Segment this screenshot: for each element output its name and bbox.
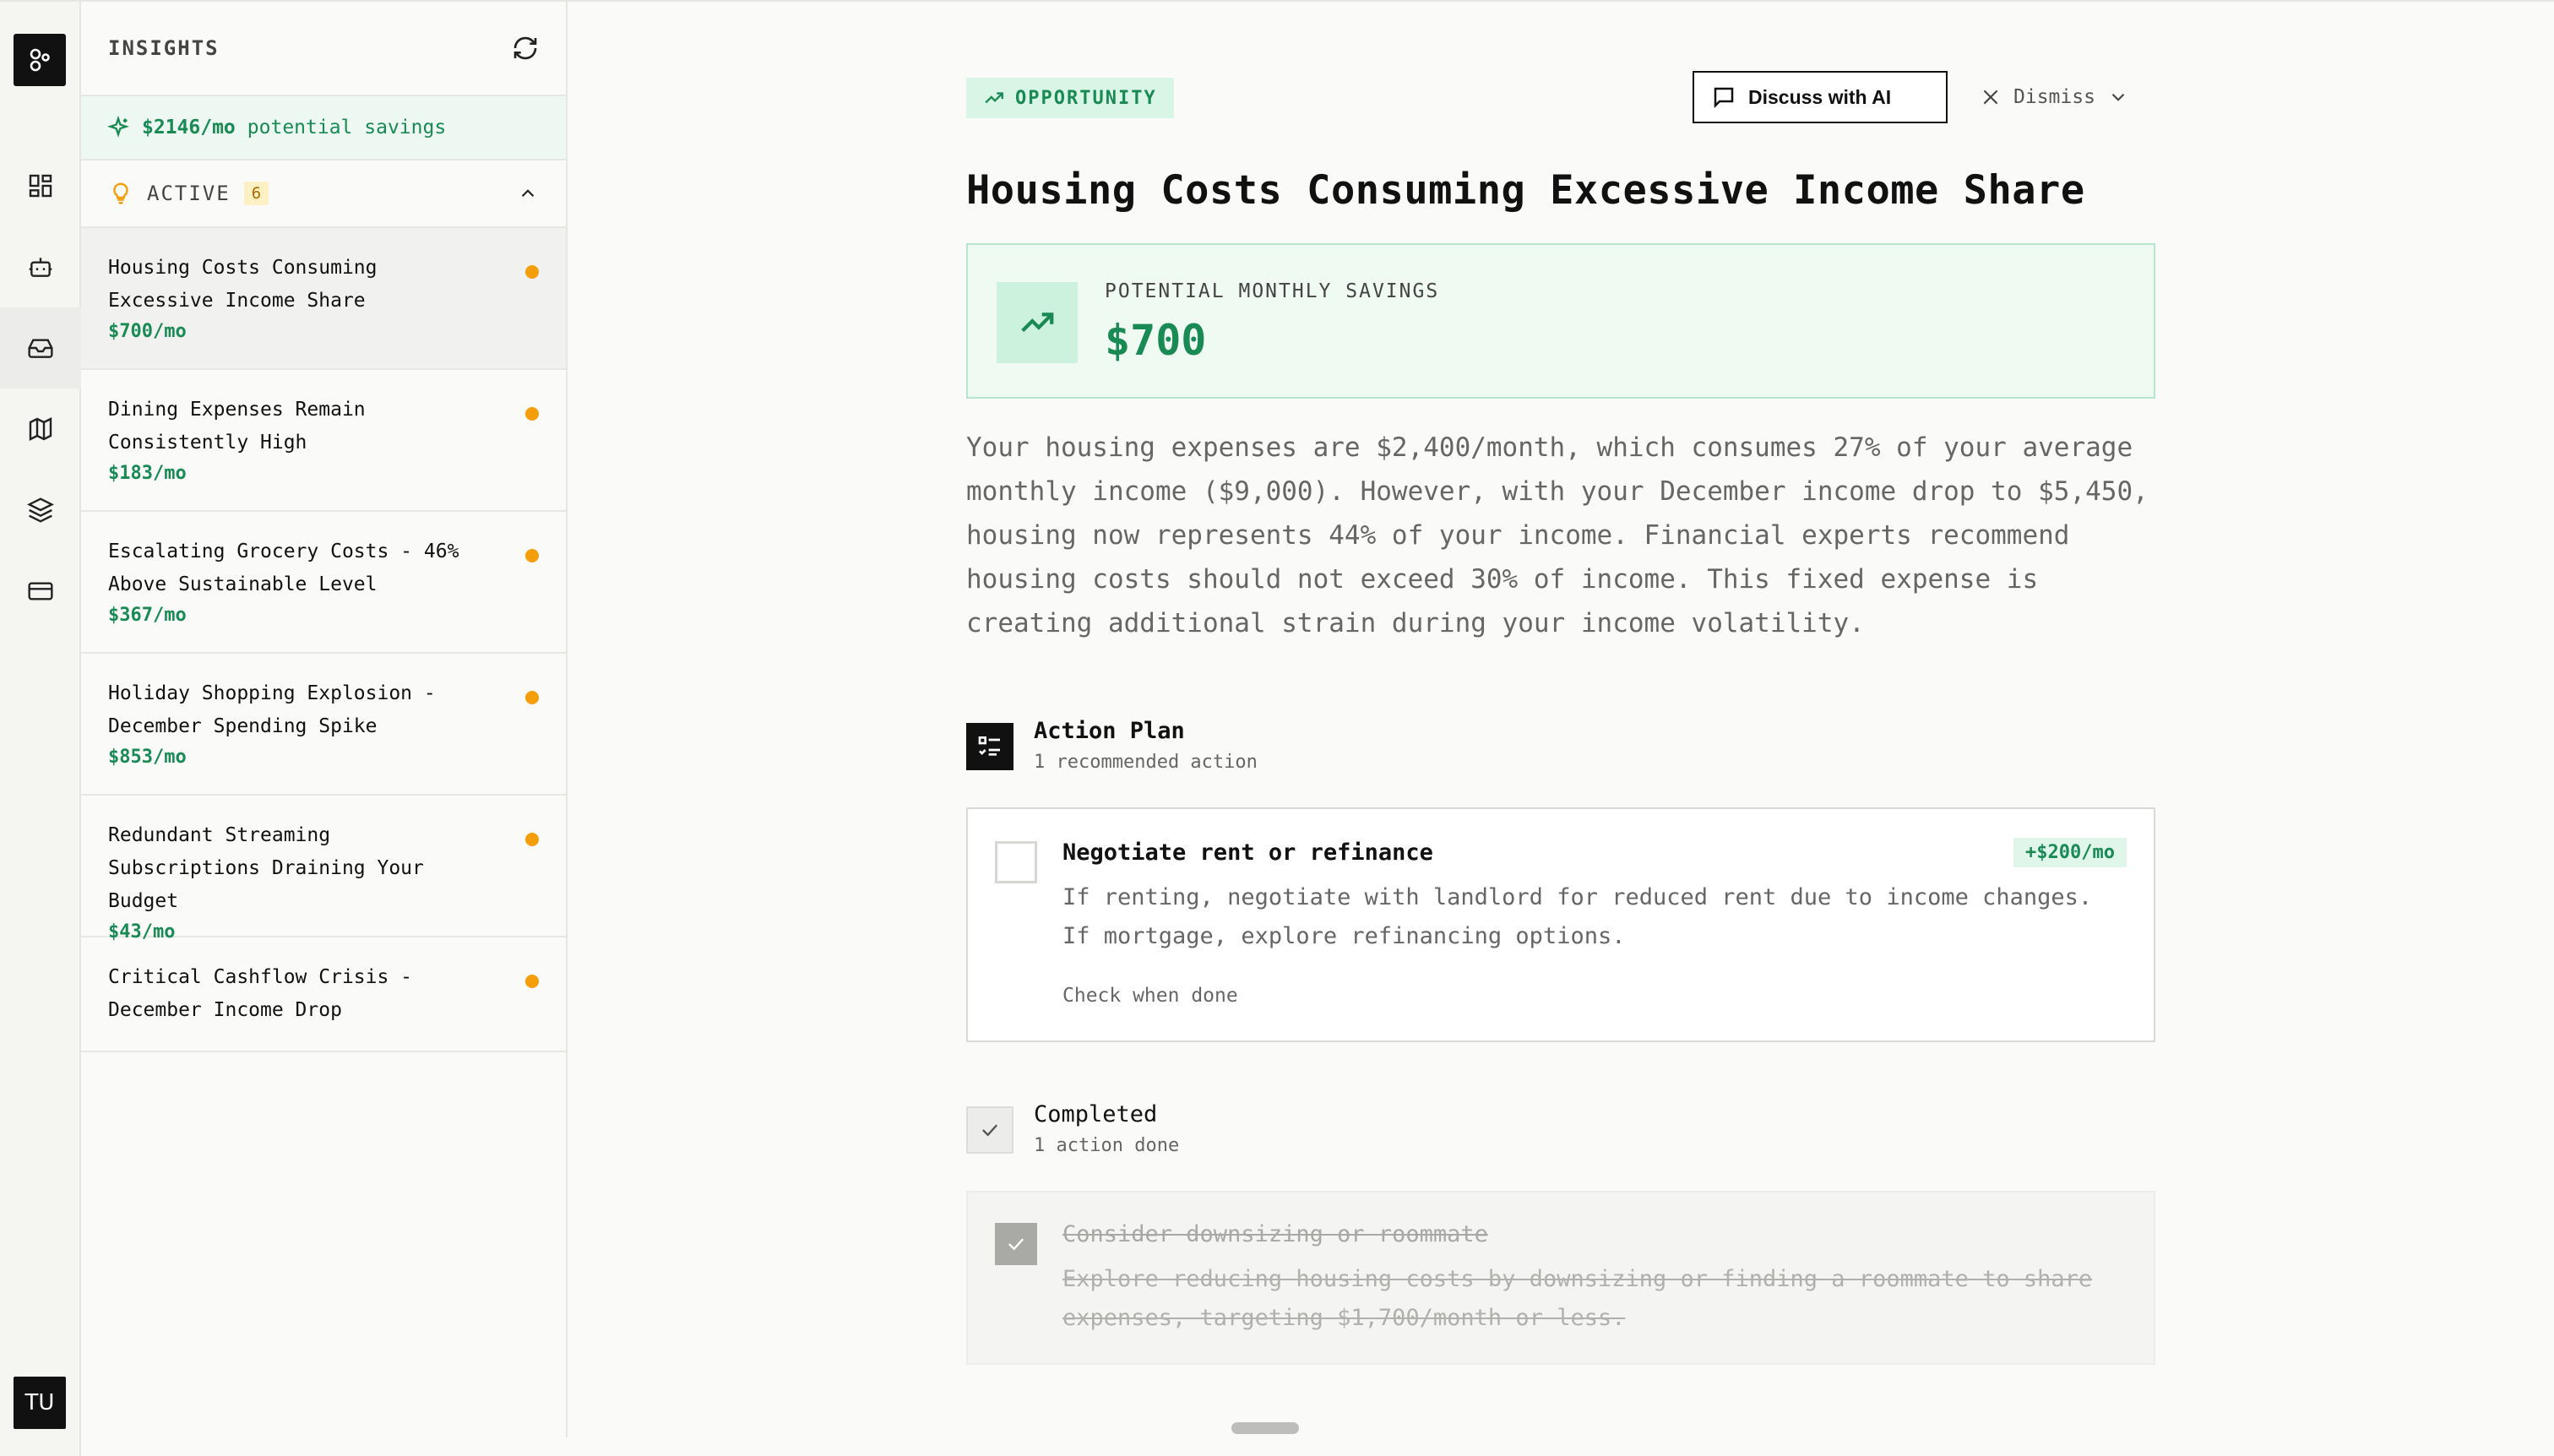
- trending-up-icon: [985, 92, 1003, 104]
- lightbulb-icon: [113, 182, 128, 204]
- nav-inbox[interactable]: [0, 307, 81, 388]
- app-logo[interactable]: [14, 34, 66, 86]
- insight-title: Escalating Grocery Costs - 46% Above Sus…: [108, 541, 459, 595]
- completed-action-description: Explore reducing housing costs by downsi…: [1062, 1266, 2093, 1331]
- scroll-handle[interactable]: [1231, 1422, 1299, 1434]
- nav-map[interactable]: [0, 388, 81, 470]
- check-icon: [982, 1124, 998, 1137]
- insights-panel: INSIGHTS $2146/mo potential savings ACTI…: [81, 2, 568, 1437]
- action-card: Negotiate rent or refinance +$200/mo If …: [966, 807, 2155, 1042]
- completed-subtitle: 1 action done: [1034, 1135, 1180, 1156]
- action-plan-subtitle: 1 recommended action: [1034, 752, 1258, 773]
- savings-amount: $2146/mo: [142, 117, 236, 139]
- insight-item[interactable]: Holiday Shopping Explosion - December Sp…: [81, 654, 566, 796]
- page-title: Housing Costs Consuming Excessive Income…: [966, 167, 2085, 214]
- insight-item[interactable]: Escalating Grocery Costs - 46% Above Sus…: [81, 512, 566, 654]
- nav-dashboard[interactable]: [0, 145, 81, 226]
- discuss-label: Discuss with AI: [1748, 85, 1892, 108]
- savings-icon-tile: [997, 282, 1078, 363]
- insight-title: Holiday Shopping Explosion - December Sp…: [108, 682, 436, 737]
- completed-action-title: Consider downsizing or roommate: [1062, 1221, 1488, 1247]
- dismiss-label: Dismiss: [2013, 86, 2095, 108]
- savings-text: potential savings: [247, 117, 447, 139]
- nav-layers[interactable]: [0, 470, 81, 551]
- insight-item[interactable]: Housing Costs Consuming Excessive Income…: [81, 228, 566, 370]
- insight-amount: $183/mo: [108, 463, 187, 484]
- insight-item[interactable]: Dining Expenses Remain Consistently High…: [81, 370, 566, 512]
- inbox-icon: [28, 339, 53, 358]
- active-section-toggle[interactable]: ACTIVE 6: [81, 160, 566, 228]
- action-plan-title: Action Plan: [1034, 718, 1185, 744]
- insight-title: Housing Costs Consuming Excessive Income…: [108, 257, 378, 312]
- chevron-down-icon: [2111, 93, 2125, 101]
- check-icon: [1008, 1238, 1024, 1251]
- insight-title: Dining Expenses Remain Consistently High: [108, 399, 366, 454]
- sparkle-icon: [106, 116, 130, 138]
- nav-cards[interactable]: [0, 551, 81, 632]
- monthly-savings-card: POTENTIAL MONTHLY SAVINGS $700: [966, 243, 2155, 399]
- completed-tile: [966, 1106, 1013, 1154]
- action-savings-badge: +$200/mo: [2013, 838, 2127, 867]
- refresh-icon[interactable]: [512, 35, 539, 62]
- icon-rail: TU: [0, 2, 81, 1456]
- discuss-with-ai-button[interactable]: Discuss with AI: [1693, 71, 1948, 123]
- active-label: ACTIVE: [147, 182, 231, 205]
- checklist-tile: [966, 723, 1013, 770]
- card-icon: [28, 582, 53, 600]
- completed-title: Completed: [1034, 1101, 1158, 1127]
- status-dot: [525, 549, 539, 562]
- user-avatar[interactable]: TU: [14, 1377, 66, 1429]
- savings-value: $700: [1105, 316, 1207, 365]
- insight-list: Housing Costs Consuming Excessive Income…: [81, 228, 566, 1052]
- status-dot: [525, 691, 539, 704]
- logo-icon: [30, 48, 50, 72]
- nav-assistant[interactable]: [0, 226, 81, 307]
- chevron-up-icon[interactable]: [517, 182, 539, 204]
- close-icon: [1983, 90, 1998, 105]
- action-checkbox[interactable]: [995, 841, 1037, 883]
- insight-description: Your housing expenses are $2,400/month, …: [966, 432, 2149, 638]
- checklist-icon: [978, 736, 1000, 756]
- chat-bubble-icon: [1714, 87, 1734, 109]
- map-icon: [29, 417, 52, 441]
- status-dot: [525, 975, 539, 988]
- action-hint: Check when done: [1062, 985, 1238, 1007]
- insight-title: Critical Cashflow Crisis - December Inco…: [108, 966, 413, 1021]
- bot-icon: [29, 258, 52, 277]
- panel-title: INSIGHTS: [108, 36, 220, 60]
- insight-amount: $700/mo: [108, 321, 187, 342]
- dashboard-icon: [29, 174, 52, 198]
- completed-action-card: Consider downsizing or roommate Explore …: [966, 1191, 2155, 1365]
- app-root: TU INSIGHTS $2146/mo potential savings A…: [0, 0, 2554, 1456]
- insight-amount: $367/mo: [108, 605, 187, 626]
- action-title: Negotiate rent or refinance: [1062, 839, 1433, 866]
- insight-item[interactable]: Redundant Streaming Subscriptions Draini…: [81, 796, 566, 943]
- status-dot: [525, 833, 539, 846]
- insight-item[interactable]: Critical Cashflow Crisis - December Inco…: [81, 937, 566, 1052]
- layers-icon: [27, 497, 54, 523]
- chip-label: OPPORTUNITY: [1015, 87, 1157, 109]
- insight-amount: $853/mo: [108, 747, 187, 768]
- savings-label: POTENTIAL MONTHLY SAVINGS: [1105, 280, 1440, 302]
- panel-header: INSIGHTS: [81, 2, 566, 96]
- opportunity-chip: OPPORTUNITY: [966, 78, 1174, 118]
- action-description: If renting, negotiate with landlord for …: [1062, 884, 2093, 949]
- trending-up-icon: [1021, 312, 1054, 333]
- insight-title: Redundant Streaming Subscriptions Draini…: [108, 824, 424, 912]
- completed-checkbox[interactable]: [995, 1223, 1037, 1265]
- potential-savings-summary: $2146/mo potential savings: [81, 96, 566, 160]
- status-dot: [525, 407, 539, 421]
- active-count-badge: 6: [243, 182, 269, 205]
- status-dot: [525, 265, 539, 279]
- dismiss-button[interactable]: Dismiss: [1980, 71, 2129, 123]
